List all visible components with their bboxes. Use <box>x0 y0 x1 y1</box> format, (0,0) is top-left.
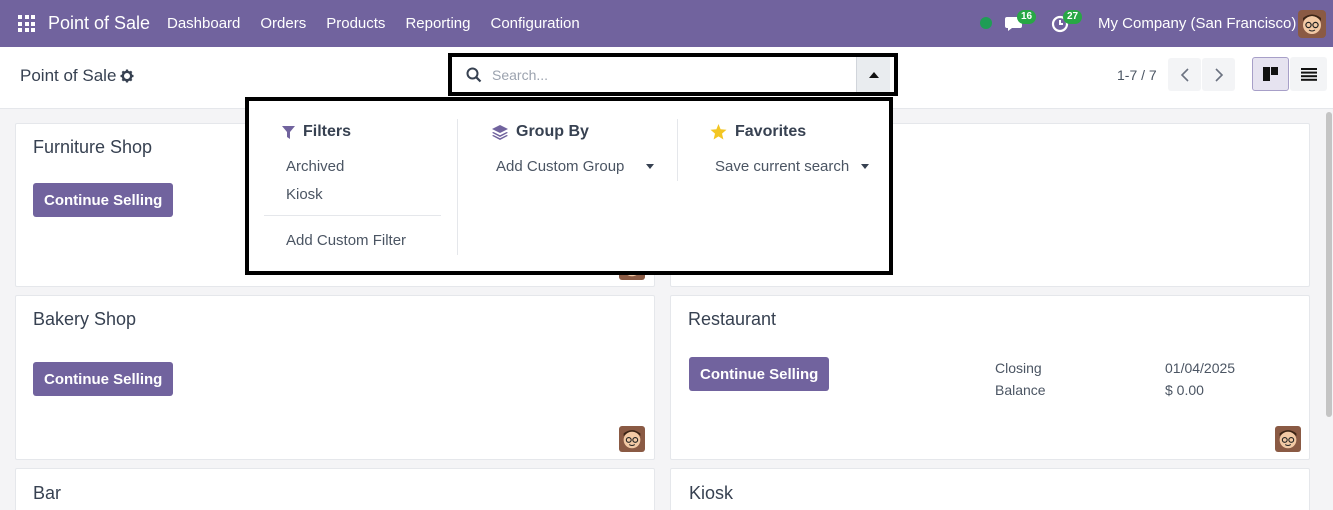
card-title: Furniture Shop <box>33 137 153 157</box>
pager-value[interactable]: 1-7 / 7 <box>1117 67 1157 83</box>
caret-down-icon <box>646 164 655 169</box>
card-title: Kiosk <box>689 483 734 503</box>
closing-label: Closing <box>995 360 1042 376</box>
menu-orders[interactable]: Orders <box>260 15 306 32</box>
online-status-icon <box>980 17 992 29</box>
add-custom-filter[interactable]: Add Custom Filter <box>286 232 406 249</box>
favorites-heading: Favorites <box>710 123 806 141</box>
pager-previous-button[interactable] <box>1168 58 1201 91</box>
activities-count-badge: 27 <box>1063 10 1083 24</box>
company-switcher[interactable]: My Company (San Francisco) <box>1098 15 1296 32</box>
user-avatar[interactable] <box>1298 10 1326 38</box>
activities-button[interactable]: 27 <box>1051 10 1083 39</box>
top-navbar: Point of Sale Dashboard Orders Products … <box>0 0 1333 47</box>
apps-menu-icon[interactable] <box>18 15 35 32</box>
page-scrollbar[interactable] <box>1326 112 1332 417</box>
group-by-heading: Group By <box>492 123 589 141</box>
page-title: Point of Sale <box>20 66 117 85</box>
kanban-icon <box>1262 67 1278 81</box>
search-options-toggle[interactable] <box>856 57 890 92</box>
pos-card-bakery-shop: Bakery Shop Continue Selling <box>15 295 655 460</box>
star-icon <box>710 124 727 140</box>
breadcrumb: Point of Sale <box>20 66 134 86</box>
chevron-right-icon <box>1214 67 1223 82</box>
balance-label: Balance <box>995 382 1046 398</box>
save-current-search[interactable]: Save current search <box>715 158 870 175</box>
list-view-button[interactable] <box>1290 57 1327 91</box>
search-icon <box>466 67 482 83</box>
filters-divider <box>264 215 441 216</box>
continue-selling-button[interactable]: Continue Selling <box>33 183 174 217</box>
pos-card-kiosk: Kiosk <box>670 468 1310 510</box>
menu-reporting[interactable]: Reporting <box>405 15 470 32</box>
pos-card-restaurant: Restaurant Continue Selling Closing 01/0… <box>670 295 1310 460</box>
add-custom-group-select[interactable]: Add Custom Group <box>496 158 655 175</box>
chevron-left-icon <box>1180 67 1189 82</box>
app-brand[interactable]: Point of Sale <box>48 13 150 34</box>
closing-value: 01/04/2025 <box>1165 360 1236 376</box>
menu-dashboard[interactable]: Dashboard <box>167 15 240 32</box>
list-icon <box>1300 67 1317 81</box>
menu-products[interactable]: Products <box>326 15 385 32</box>
filter-archived[interactable]: Archived <box>286 158 344 175</box>
pager-next-button[interactable] <box>1202 58 1235 91</box>
continue-selling-button[interactable]: Continue Selling <box>689 357 830 391</box>
continue-selling-button[interactable]: Continue Selling <box>33 362 174 396</box>
search-bar <box>448 53 898 96</box>
column-divider <box>677 119 678 181</box>
caret-down-icon <box>861 164 870 169</box>
balance-value: $ 0.00 <box>1165 382 1204 398</box>
card-title: Bakery Shop <box>33 309 137 329</box>
messages-count-badge: 16 <box>1017 10 1037 24</box>
pos-card-bar: Bar <box>15 468 655 510</box>
layers-icon <box>492 124 508 140</box>
avatar <box>619 426 645 452</box>
filter-icon <box>282 125 295 139</box>
gear-icon[interactable] <box>120 69 134 83</box>
card-title: Restaurant <box>688 309 777 329</box>
caret-up-icon <box>868 71 879 78</box>
menu-configuration[interactable]: Configuration <box>490 15 579 32</box>
card-title: Bar <box>33 483 62 503</box>
column-divider <box>457 119 458 255</box>
filter-kiosk[interactable]: Kiosk <box>286 186 323 203</box>
kanban-view-button[interactable] <box>1252 57 1289 91</box>
filters-heading: Filters <box>282 123 351 141</box>
avatar <box>1275 426 1301 452</box>
messages-button[interactable]: 16 <box>1005 10 1037 39</box>
search-input[interactable] <box>492 62 852 87</box>
main-menu: Dashboard Orders Products Reporting Conf… <box>167 15 580 32</box>
search-options-dropdown: Filters Archived Kiosk Add Custom Filter… <box>245 97 893 275</box>
